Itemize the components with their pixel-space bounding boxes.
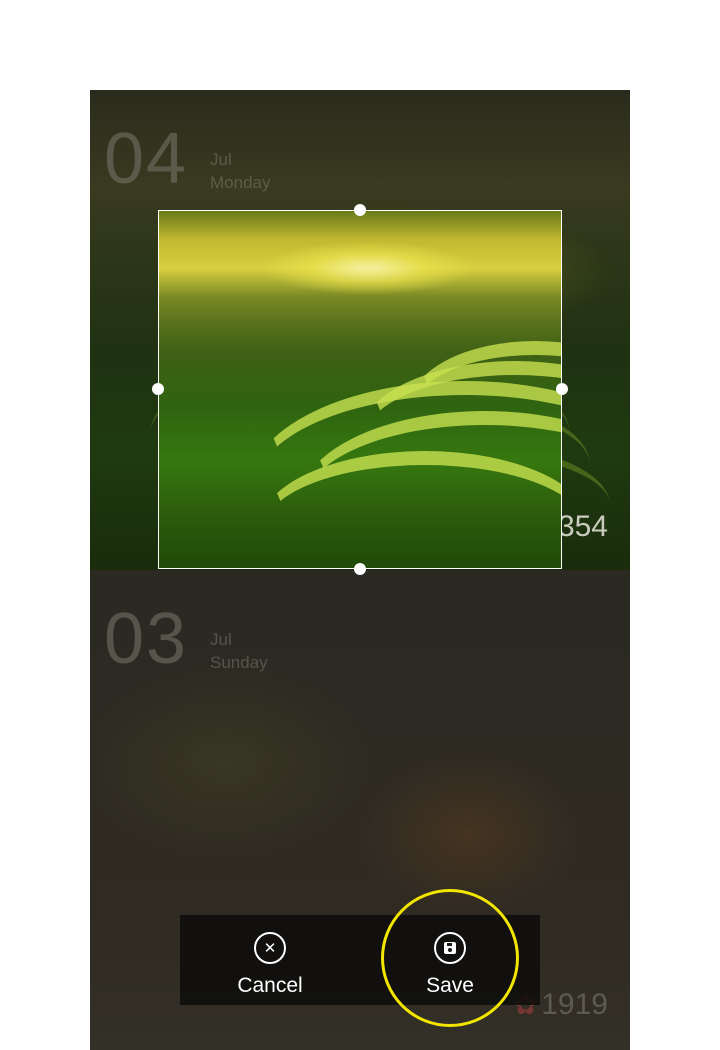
date-weekday: Monday	[210, 173, 271, 192]
date-meta: Jul Sunday	[210, 628, 268, 674]
date-day: 03	[104, 599, 189, 679]
save-floppy-icon	[434, 932, 466, 964]
crop-handle-top[interactable]	[354, 204, 366, 216]
date-day: 04	[104, 119, 189, 199]
action-bar: ✕ Cancel Save	[180, 915, 540, 1005]
crop-handle-left[interactable]	[152, 383, 164, 395]
crop-region[interactable]	[158, 210, 562, 569]
crop-handle-right[interactable]	[556, 383, 568, 395]
like-count-value: 1919	[541, 988, 608, 1021]
like-count-value: 354	[557, 510, 608, 543]
save-button[interactable]: Save	[360, 915, 540, 1005]
crop-handle-bottom[interactable]	[354, 563, 366, 575]
close-circle-icon: ✕	[254, 932, 286, 964]
cancel-label: Cancel	[237, 974, 303, 997]
save-label: Save	[426, 974, 474, 997]
date-meta: Jul Monday	[210, 148, 270, 194]
date-month: Jul	[210, 150, 232, 169]
date-weekday: Sunday	[210, 653, 268, 672]
date-month: Jul	[210, 630, 232, 649]
cancel-button[interactable]: ✕ Cancel	[180, 915, 360, 1005]
